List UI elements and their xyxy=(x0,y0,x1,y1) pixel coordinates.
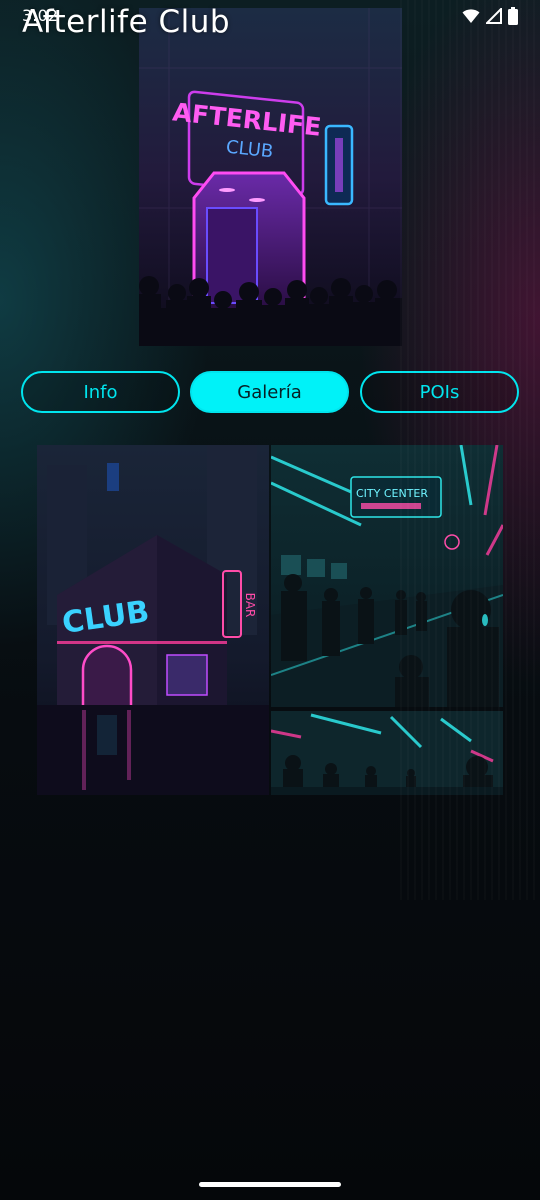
gallery-image-club[interactable]: CLUB BAR xyxy=(37,445,269,795)
hero-illustration: AFTERLIFE CLUB xyxy=(139,8,402,346)
home-indicator[interactable] xyxy=(199,1182,341,1187)
app-screen: 3:02 Afterlife Club AFTERLIFE CLUB Info … xyxy=(0,0,540,1200)
tab-galeria-label: Galería xyxy=(237,381,302,403)
club-illustration: CLUB BAR xyxy=(37,445,269,795)
status-bar: 3:02 xyxy=(0,0,540,32)
battery-icon xyxy=(508,7,518,25)
tab-galeria[interactable]: Galería xyxy=(190,371,349,413)
wifi-icon xyxy=(462,9,480,23)
signal-icon xyxy=(486,8,502,24)
gallery-grid: CLUB BAR CITY CENTER xyxy=(37,445,503,795)
metro-station-illustration: CITY CENTER xyxy=(271,445,503,707)
bar-sign: BAR xyxy=(243,593,257,618)
city-center-sign: CITY CENTER xyxy=(356,487,428,500)
hero-image: AFTERLIFE CLUB xyxy=(139,8,402,346)
gallery-image-metro-tunnel[interactable] xyxy=(271,711,503,795)
tab-pois-label: POIs xyxy=(419,381,460,403)
tab-pois[interactable]: POIs xyxy=(360,371,519,413)
status-icons xyxy=(462,7,518,25)
status-time: 3:02 xyxy=(22,6,58,25)
gallery-image-metro-station[interactable]: CITY CENTER xyxy=(271,445,503,707)
tab-bar: Info Galería POIs xyxy=(21,371,519,413)
tab-info-label: Info xyxy=(83,381,118,403)
tab-info[interactable]: Info xyxy=(21,371,180,413)
metro-tunnel-illustration xyxy=(271,711,503,795)
